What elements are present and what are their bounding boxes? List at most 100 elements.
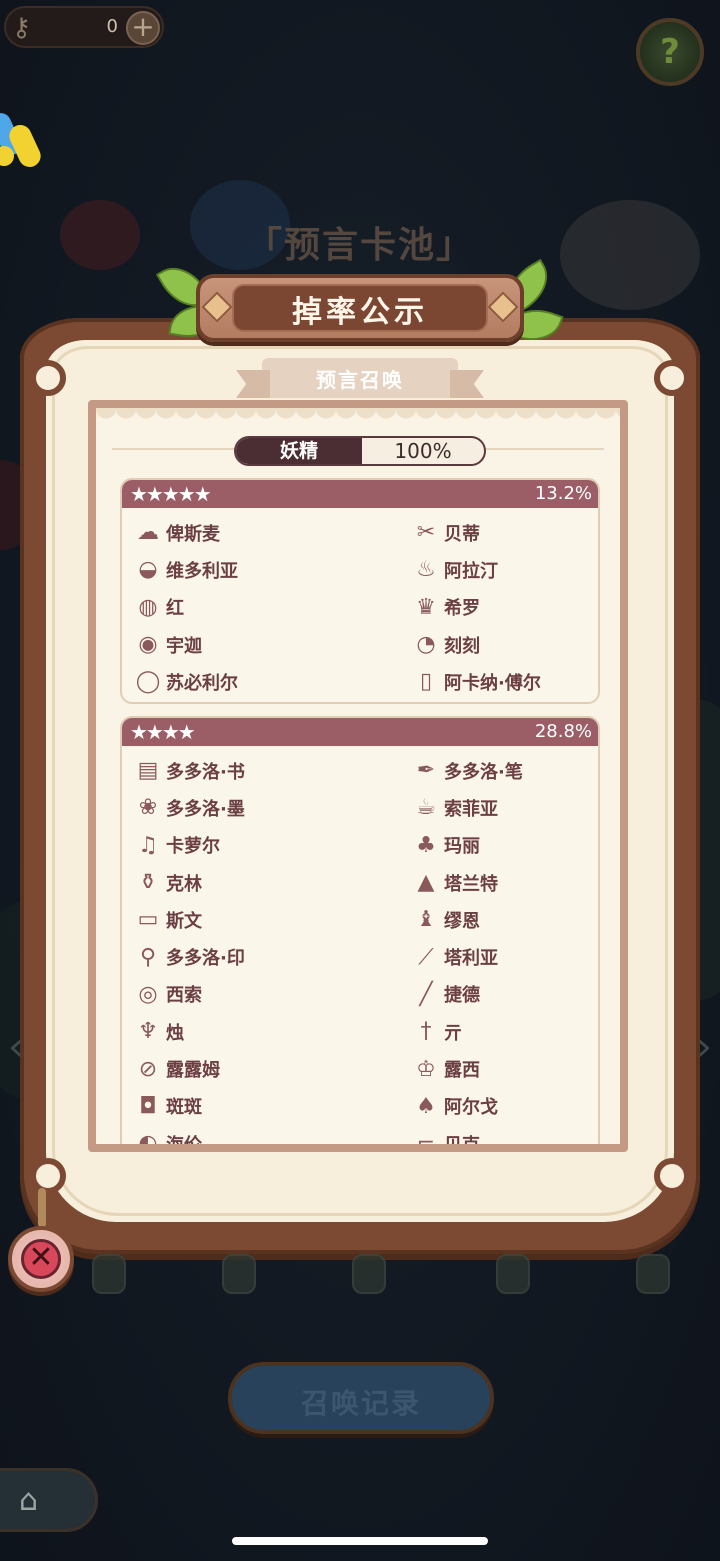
item-name: 多多洛·书 (166, 761, 245, 783)
chess-piece-icon: ♝ (416, 907, 436, 933)
plus-icon: + (131, 10, 155, 43)
pocket-watch-icon: ◔ (416, 632, 436, 658)
item-name: 塔兰特 (444, 873, 498, 895)
item-name: 多多洛·墨 (166, 798, 245, 820)
rate-item: ⚲ 多多洛·印 (132, 938, 360, 975)
item-name: 玛丽 (444, 836, 480, 858)
rate-item: ♫ 卡萝尔 (132, 827, 360, 864)
rate-item: ◯ 苏必利尔 (132, 663, 360, 700)
item-name: 斑斑 (166, 1097, 202, 1119)
watering-can-icon: ⚱ (138, 870, 158, 896)
tab-fairy[interactable]: 妖精 (236, 438, 362, 464)
question-icon: ? (660, 32, 680, 72)
panel-subtitle: 预言召唤 (316, 368, 404, 392)
rate-item: ♝ 缪恩 (360, 901, 588, 938)
pool-title: 「预言卡池」 (245, 225, 474, 266)
star-rating-icon: ★★★★★ (130, 482, 212, 506)
lamp-icon: ♨ (416, 557, 436, 583)
tier-five-star: ★★★★★ 13.2% ☁ 俾斯麦 ✂ 贝蒂 ◒ 维多利亚 ♨ 阿拉汀 ◍ 红 ♛ 希罗 ◉ 宇迦 ◔ 刻刻 ◯… (120, 478, 600, 704)
lock-icon (636, 1254, 670, 1294)
rate-item: ◍ 红 (132, 589, 360, 626)
rate-item: ♣ 玛丽 (360, 827, 588, 864)
item-name: 西索 (166, 985, 202, 1007)
key-icon: ⚷ (12, 13, 32, 43)
music-box-icon: ♫ (138, 832, 158, 858)
crown-icon: ♛ (416, 594, 436, 620)
item-name: 贝蒂 (444, 523, 480, 545)
item-name: 多多洛·印 (166, 948, 245, 970)
seal-icon: ⚲ (139, 944, 157, 970)
shell-icon: ◐ (138, 1131, 158, 1144)
home-button[interactable]: ⌂ (0, 1468, 98, 1532)
chevron-left-icon[interactable]: ‹ (8, 1024, 24, 1070)
item-name: 塔利亚 (444, 948, 498, 970)
add-keys-button[interactable]: + (126, 11, 160, 45)
rate-item: ▭ 斯文 (132, 901, 360, 938)
summon-history-button[interactable]: 召唤记录 (228, 1362, 494, 1434)
tier-header: ★★★★★ 13.2% (122, 480, 598, 508)
item-name: 希罗 (444, 598, 480, 620)
item-name: 苏必利尔 (166, 672, 238, 694)
lock-row (0, 1244, 720, 1304)
tier-items: ☁ 俾斯麦 ✂ 贝蒂 ◒ 维多利亚 ♨ 阿拉汀 ◍ 红 ♛ 希罗 ◉ 宇迦 ◔ 刻刻 ◯ 苏必利尔 ▯ 阿卡纳·傅尔 (122, 508, 598, 700)
type-tab-bar[interactable]: 妖精 100% (234, 436, 486, 466)
cloth-icon: ☁ (137, 520, 159, 546)
rate-item: ▯ 阿卡纳·傅尔 (360, 663, 588, 700)
lock-icon (92, 1254, 126, 1294)
rate-item: ▲ 塔兰特 (360, 864, 588, 901)
help-button[interactable]: ? (636, 18, 704, 86)
item-name: 卡萝尔 (166, 836, 220, 858)
ink-icon: ❀ (138, 795, 158, 821)
rate-list-frame: 妖精 100% ★★★★★ 13.2% ☁ 俾斯麦 ✂ 贝蒂 ◒ 维多利亚 ♨ 阿拉汀 ◍ 红 ♛ 希… (88, 400, 628, 1152)
rate-item: ⚱ 克林 (132, 864, 360, 901)
rate-item: ✒ 多多洛·笔 (360, 752, 588, 789)
quill-icon: ✒ (416, 758, 436, 784)
basket-icon: ◍ (138, 594, 158, 620)
lock-icon (496, 1254, 530, 1294)
dagger-icon: † (420, 1019, 432, 1045)
home-icon: ⌂ (19, 1483, 39, 1518)
ring-icon: ◯ (135, 669, 161, 695)
candle-icon: ♆ (138, 1019, 158, 1045)
item-name: 海伦 (166, 1131, 202, 1144)
corner-ornament (654, 360, 690, 396)
chevron-right-icon[interactable]: › (696, 1024, 712, 1070)
rate-item: ♨ 阿拉汀 (360, 551, 588, 588)
corner-ornament (30, 360, 66, 396)
item-name: 刻刻 (444, 635, 480, 657)
rate-item: ⌐ 贝克 (360, 1125, 588, 1144)
test-tube-icon: ⊘ (138, 1056, 158, 1082)
tier-header: ★★★★ 28.8% (122, 718, 598, 746)
rate-item: ♔ 露西 (360, 1050, 588, 1087)
rate-item: ❀ 多多洛·墨 (132, 789, 360, 826)
boot-icon: ⌐ (416, 1131, 436, 1144)
rate-list-scroll[interactable]: 妖精 100% ★★★★★ 13.2% ☁ 俾斯麦 ✂ 贝蒂 ◒ 维多利亚 ♨ 阿拉汀 ◍ 红 ♛ 希… (96, 408, 620, 1144)
tape-icon: ◎ (138, 981, 158, 1007)
rate-item: † 亓 (360, 1013, 588, 1050)
corner-ornament (30, 1158, 66, 1194)
item-name: 克林 (166, 873, 202, 895)
item-name: 红 (166, 598, 184, 620)
cushion-icon: ◉ (138, 632, 158, 658)
item-name: 露露姆 (166, 1060, 220, 1082)
leaf-emblem-icon (352, 1254, 386, 1294)
item-name: 捷德 (444, 985, 480, 1007)
rate-item: ⟋ 塔利亚 (360, 938, 588, 975)
knife-icon: ⟋ (418, 944, 434, 970)
rate-item: ♆ 烛 (132, 1013, 360, 1050)
item-name: 烛 (166, 1022, 184, 1044)
scissors-icon: ✂ (416, 520, 436, 546)
rate-item: ♛ 希罗 (360, 589, 588, 626)
teacup-icon: ☕ (416, 795, 436, 821)
subtitle-banner: 预言召唤 (262, 358, 458, 398)
key-counter: ⚷ 0 + (4, 6, 164, 48)
item-name: 阿拉汀 (444, 560, 498, 582)
tier-four-star: ★★★★ 28.8% ▤ 多多洛·书 ✒ 多多洛·笔 ❀ 多多洛·墨 ☕ 索菲亚 ♫ 卡萝尔 ♣ 玛丽… (120, 716, 600, 1144)
item-name: 阿卡纳·傅尔 (444, 672, 541, 694)
item-name: 维多利亚 (166, 560, 238, 582)
rate-item: ◎ 西索 (132, 976, 360, 1013)
lock-icon (222, 1254, 256, 1294)
type-percent: 100% (394, 439, 452, 463)
item-name: 多多洛·笔 (444, 761, 523, 783)
box-icon: ▭ (137, 907, 159, 933)
